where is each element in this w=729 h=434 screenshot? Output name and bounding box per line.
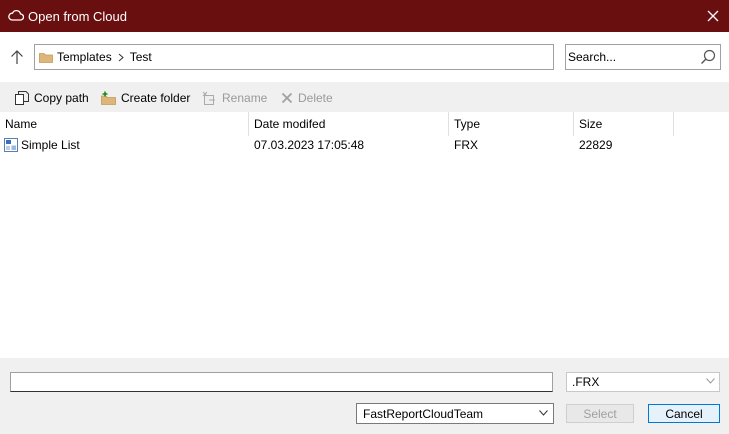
column-header-size[interactable]: Size bbox=[574, 112, 674, 136]
column-header-type[interactable]: Type bbox=[449, 112, 574, 136]
row-size-cell: 22829 bbox=[579, 138, 613, 152]
extension-value: .FRX bbox=[572, 375, 600, 389]
filename-input[interactable] bbox=[11, 373, 552, 391]
up-button[interactable] bbox=[7, 47, 27, 67]
chevron-down-icon bbox=[539, 410, 548, 416]
delete-label: Delete bbox=[298, 91, 333, 105]
chevron-down-icon bbox=[706, 378, 715, 384]
copy-icon bbox=[15, 91, 29, 105]
delete-button[interactable]: Delete bbox=[281, 89, 333, 107]
row-date-cell: 07.03.2023 17:05:48 bbox=[254, 138, 365, 152]
toolbar: Copy path Create folder Rename Delete bbox=[0, 82, 729, 112]
column-header-name[interactable]: Name bbox=[0, 112, 249, 136]
file-list[interactable]: Name Date modifed Type Size Simple List … bbox=[0, 112, 729, 358]
column-header-date[interactable]: Date modifed bbox=[249, 112, 449, 136]
search-box[interactable] bbox=[565, 44, 721, 70]
chevron-right-icon bbox=[118, 53, 124, 61]
extension-select[interactable]: .FRX bbox=[566, 372, 720, 392]
breadcrumb-item-test[interactable]: Test bbox=[130, 50, 152, 64]
create-folder-label: Create folder bbox=[121, 91, 191, 105]
copy-path-label: Copy path bbox=[34, 91, 89, 105]
navigation-bar: Templates Test bbox=[0, 32, 729, 82]
rename-label: Rename bbox=[222, 91, 268, 105]
delete-icon bbox=[281, 92, 293, 104]
rename-button[interactable]: Rename bbox=[202, 89, 267, 107]
close-button[interactable] bbox=[703, 6, 723, 26]
window-title: Open from Cloud bbox=[28, 9, 127, 24]
table-row[interactable]: Simple List 07.03.2023 17:05:48 FRX 2282… bbox=[0, 136, 729, 154]
filename-field[interactable] bbox=[10, 372, 553, 392]
footer-panel: .FRX FastReportCloudTeam Select Cancel bbox=[0, 358, 729, 434]
row-name-cell: Simple List bbox=[0, 136, 249, 154]
team-select[interactable]: FastReportCloudTeam bbox=[356, 403, 554, 424]
report-file-icon bbox=[4, 138, 18, 152]
new-folder-icon bbox=[101, 91, 116, 105]
arrow-up-icon bbox=[11, 50, 23, 64]
search-icon[interactable] bbox=[700, 49, 716, 65]
folder-icon bbox=[39, 52, 53, 63]
list-header: Name Date modifed Type Size bbox=[0, 112, 729, 136]
rename-icon bbox=[202, 91, 215, 105]
team-value: FastReportCloudTeam bbox=[363, 407, 484, 421]
copy-path-button[interactable]: Copy path bbox=[15, 89, 89, 107]
select-button[interactable]: Select bbox=[566, 404, 634, 423]
file-name: Simple List bbox=[21, 138, 80, 152]
row-type-cell: FRX bbox=[454, 138, 478, 152]
cloud-icon bbox=[8, 9, 24, 21]
title-bar: Open from Cloud bbox=[0, 0, 729, 32]
search-input[interactable] bbox=[568, 48, 696, 66]
close-icon bbox=[707, 10, 719, 22]
breadcrumb-item-templates[interactable]: Templates bbox=[57, 50, 112, 64]
cancel-button[interactable]: Cancel bbox=[648, 404, 720, 423]
create-folder-button[interactable]: Create folder bbox=[101, 89, 190, 107]
breadcrumb[interactable]: Templates Test bbox=[34, 44, 554, 70]
